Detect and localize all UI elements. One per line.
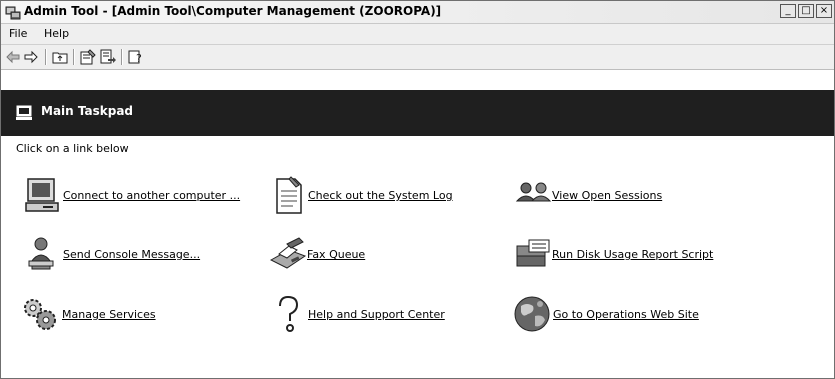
computer-icon [25,178,59,212]
task-link[interactable]: Send Console Message... [63,248,200,261]
globe-icon [514,296,550,332]
computer-icon [16,105,32,120]
task-view-sessions[interactable]: View Open Sessions [515,175,695,215]
task-link[interactable]: Check out the System Log [308,189,453,202]
user-message-icon [28,237,54,270]
task-operations-website[interactable]: Go to Operations Web Site [513,294,713,334]
close-button[interactable]: × [816,4,832,18]
task-send-message[interactable]: Send Console Message... [23,234,223,274]
toolbar-separator [45,49,47,65]
window-title: Admin Tool - [Admin Tool\Computer Manage… [24,4,442,18]
taskpad-instructions: Click on a link below [16,142,129,155]
back-arrow-icon[interactable] [5,49,21,65]
gears-icon [24,299,56,330]
task-disk-usage-script[interactable]: Run Disk Usage Report Script [515,234,735,274]
taskpad-header: Main Taskpad [1,90,834,136]
admin-tool-window: Admin Tool - [Admin Tool\Computer Manage… [0,0,835,379]
menu-bar: File Help [1,24,834,45]
task-help-support[interactable]: Help and Support Center [269,294,469,334]
task-system-log[interactable]: Check out the System Log [269,175,469,215]
task-link[interactable]: Fax Queue [307,248,365,261]
task-link[interactable]: Run Disk Usage Report Script [552,248,713,261]
toolbar-separator [121,49,123,65]
restore-button[interactable]: □ [798,4,814,18]
task-connect-computer[interactable]: Connect to another computer ... [23,175,253,215]
task-manage-services[interactable]: Manage Services [20,294,180,334]
toolbar: ? [1,45,834,70]
toolbar-separator [73,49,75,65]
task-link[interactable]: Go to Operations Web Site [553,308,699,321]
taskpad-title: Main Taskpad [41,104,134,118]
help-icon[interactable]: ? [128,49,144,65]
title-bar[interactable]: Admin Tool - [Admin Tool\Computer Manage… [1,1,834,24]
menu-help[interactable]: Help [44,27,69,40]
forward-arrow-icon[interactable] [23,49,39,65]
users-icon [515,182,552,202]
fax-icon [269,237,307,269]
minimize-button[interactable]: _ [780,4,796,18]
disk-script-icon [516,239,550,267]
task-link[interactable]: View Open Sessions [552,189,662,202]
export-list-icon[interactable] [100,49,116,65]
question-icon [279,295,299,332]
up-folder-icon[interactable] [52,49,68,65]
task-link[interactable]: Connect to another computer ... [63,189,240,202]
task-fax-queue[interactable]: Fax Queue [269,234,409,274]
menu-file[interactable]: File [9,27,27,40]
svg-text:?: ? [136,52,142,65]
mmc-app-icon [5,6,21,20]
window-controls: _ □ × [778,4,832,18]
task-link[interactable]: Manage Services [62,308,156,321]
properties-icon[interactable] [80,49,96,65]
document-icon [276,176,302,214]
task-link[interactable]: Help and Support Center [308,308,445,321]
